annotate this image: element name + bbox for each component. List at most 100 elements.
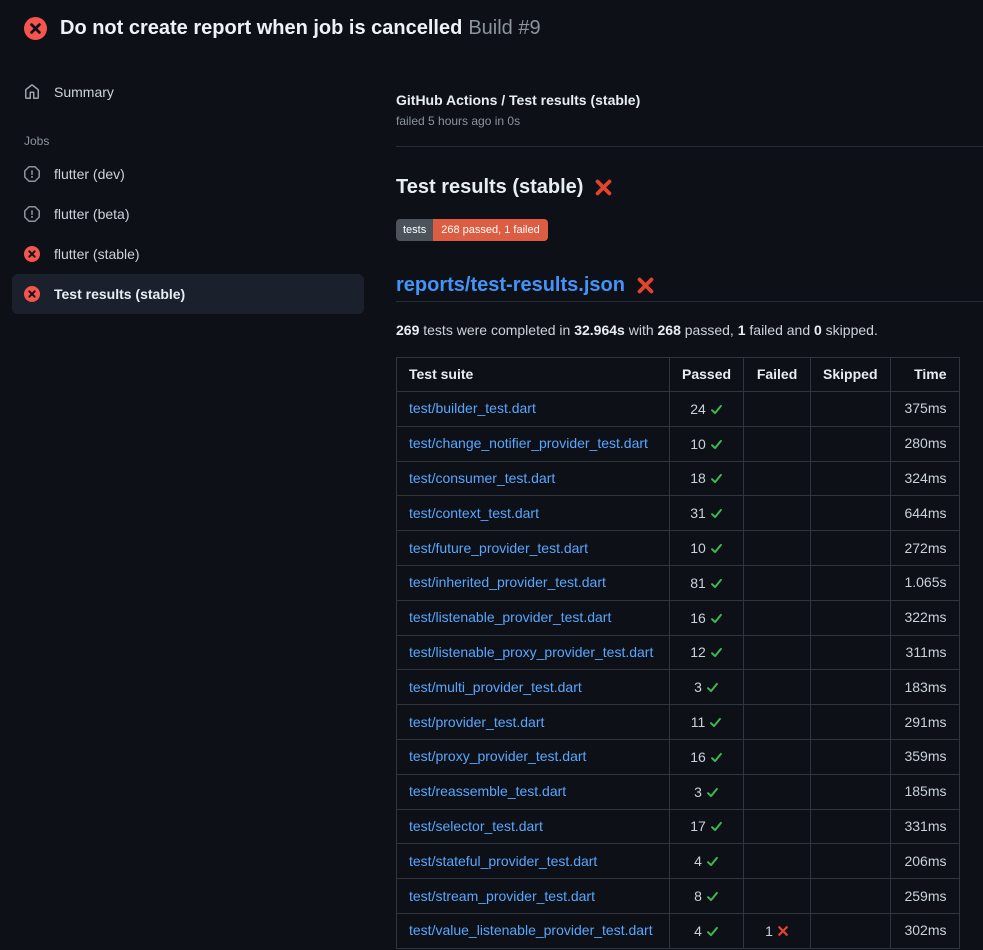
failed-cell-value: 1 [765,921,789,942]
test-suite-link[interactable]: test/consumer_test.dart [409,470,555,486]
test-suite-link[interactable]: test/builder_test.dart [409,400,536,416]
count-text: 10 [690,538,706,559]
passed-cell: 11 [670,705,744,740]
failed-cell [744,739,811,774]
test-suite-link[interactable]: test/listenable_proxy_provider_test.dart [409,644,653,660]
failed-cell [744,774,811,809]
time-cell: 280ms [890,426,959,461]
test-table-body: test/builder_test.dart24375mstest/change… [397,392,960,949]
passed-cell-value: 10 [690,434,723,455]
github-checks-page: { "header": { "title": "Do not create re… [0,0,983,950]
failed-cell [744,426,811,461]
sidebar-item-flutter-stable[interactable]: flutter (stable) [12,234,364,274]
test-suite-link[interactable]: test/change_notifier_provider_test.dart [409,435,648,451]
test-suite-link[interactable]: test/stateful_provider_test.dart [409,853,597,869]
test-suite-link[interactable]: test/future_provider_test.dart [409,540,588,556]
test-suite-cell: test/builder_test.dart [397,392,670,427]
skipped-cell [811,426,890,461]
test-suite-link[interactable]: test/reassemble_test.dart [409,783,566,799]
summary-failed: 1 [738,322,746,338]
check-icon [706,855,719,868]
sidebar-item-flutter-beta[interactable]: flutter (beta) [12,194,364,234]
badge-label: tests [396,219,433,241]
divider [396,146,983,147]
passed-cell-value: 11 [691,712,723,733]
time-cell: 644ms [890,496,959,531]
table-row: test/change_notifier_provider_test.dart 1… [397,426,960,461]
test-suite-link[interactable]: test/selector_test.dart [409,818,543,834]
test-suite-link[interactable]: test/stream_provider_test.dart [409,888,595,904]
time-cell: 185ms [890,774,959,809]
sidebar: Summary Jobs flutter (dev) flutter (beta… [0,56,376,314]
failed-cell [744,531,811,566]
test-suite-cell: test/multi_provider_test.dart [397,670,670,705]
test-suite-link[interactable]: test/inherited_provider_test.dart [409,574,606,590]
sidebar-item-test-results-stable[interactable]: Test results (stable) [12,274,364,314]
failed-cell [744,461,811,496]
test-suite-cell: test/inherited_provider_test.dart [397,565,670,600]
time-cell: 311ms [890,635,959,670]
sidebar-jobs-list: flutter (dev) flutter (beta) flutter (st… [12,154,364,314]
sidebar-item-summary[interactable]: Summary [12,72,364,112]
section-title-text: Test results (stable) [396,173,583,201]
check-icon [710,751,723,764]
passed-cell-value: 81 [690,573,723,594]
column-header-time: Time [890,358,959,392]
passed-cell-value: 18 [690,468,723,489]
time-cell: 322ms [890,600,959,635]
test-suite-cell: test/listenable_provider_test.dart [397,600,670,635]
passed-cell: 3 [670,670,744,705]
check-icon [706,925,719,938]
passed-cell: 4 [670,844,744,879]
section-title: Test results (stable) [396,173,983,201]
table-row: test/future_provider_test.dart10272ms [397,531,960,566]
test-results-table: Test suite Passed Failed Skipped Time te… [396,357,960,949]
column-header-test-suite: Test suite [397,358,670,392]
passed-cell: 18 [670,461,744,496]
summary-total: 269 [396,322,419,338]
build-number: Build #9 [468,17,540,39]
table-header-row: Test suite Passed Failed Skipped Time [397,358,960,392]
count-text: 12 [690,642,706,663]
passed-cell: 4 [670,913,744,948]
skipped-cell [811,392,890,427]
test-suite-link[interactable]: test/value_listenable_provider_test.dart [409,922,653,938]
failed-cell: 1 [744,913,811,948]
check-icon [706,890,719,903]
test-suite-cell: test/listenable_proxy_provider_test.dart [397,635,670,670]
failed-cell [744,844,811,879]
sidebar-item-label: flutter (beta) [54,206,129,222]
cancelled-stop-icon [24,206,40,222]
check-icon [710,820,723,833]
summary-text: failed and [746,322,815,338]
time-cell: 375ms [890,392,959,427]
passed-cell-value: 24 [690,399,723,420]
summary-duration: 32.964s [574,322,625,338]
test-suite-cell: test/provider_test.dart [397,705,670,740]
check-icon [706,681,719,694]
failed-cell [744,670,811,705]
test-suite-link[interactable]: test/proxy_provider_test.dart [409,748,586,764]
table-row: test/multi_provider_test.dart3183ms [397,670,960,705]
time-cell: 302ms [890,913,959,948]
test-suite-link[interactable]: test/provider_test.dart [409,714,544,730]
report-file-link[interactable]: reports/test-results.json [396,271,625,299]
failed-cell [744,565,811,600]
table-row: test/listenable_proxy_provider_test.dart… [397,635,960,670]
test-suite-link[interactable]: test/listenable_provider_test.dart [409,609,611,625]
passed-cell-value: 4 [694,921,719,942]
status-text: failed 5 hours ago in 0s [396,112,983,130]
test-suite-link[interactable]: test/context_test.dart [409,505,539,521]
check-icon [710,438,723,451]
sidebar-item-flutter-dev[interactable]: flutter (dev) [12,154,364,194]
passed-cell-value: 16 [690,608,723,629]
summary-sentence: 269 tests were completed in 32.964s with… [396,320,983,341]
time-cell: 324ms [890,461,959,496]
count-text: 24 [690,399,706,420]
failed-cell [744,705,811,740]
test-suite-link[interactable]: test/multi_provider_test.dart [409,679,582,695]
count-text: 10 [690,434,706,455]
summary-skipped: 0 [814,322,822,338]
passed-cell: 12 [670,635,744,670]
time-cell: 359ms [890,739,959,774]
